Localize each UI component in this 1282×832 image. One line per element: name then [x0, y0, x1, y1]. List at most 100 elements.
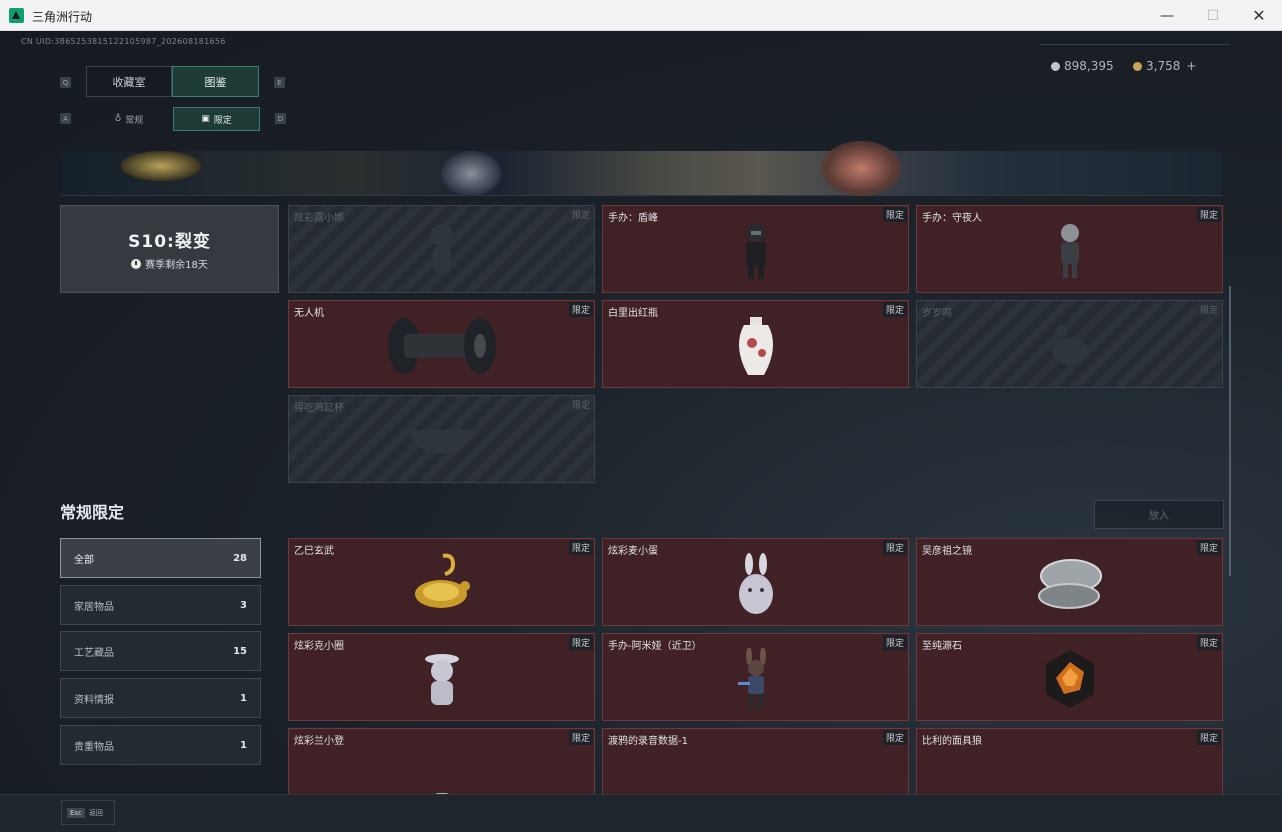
category-count: 15 — [233, 645, 247, 657]
limited-tag: 限定 — [882, 207, 907, 222]
item-name: 手办：盾峰 — [608, 213, 658, 224]
cup-silhouette-icon — [407, 426, 477, 456]
category-count: 1 — [240, 739, 247, 751]
item-name: 炫彩克小圈 — [294, 641, 344, 652]
content-scrollbar[interactable] — [1229, 286, 1231, 576]
subtab-limited-label: 限定 — [213, 115, 232, 126]
close-button[interactable]: ✕ — [1236, 0, 1282, 31]
key-hint-d: D — [275, 113, 286, 124]
regular-item-card[interactable]: 炫彩克小圈 限定 — [288, 633, 595, 721]
category-label: 资料情报 — [74, 694, 114, 706]
item-name: 无人机 — [294, 308, 324, 319]
back-button[interactable]: Esc 返回 — [61, 800, 115, 825]
window-titlebar: 三角洲行动 — ☐ ✕ — [0, 0, 1282, 31]
top-divider — [1040, 44, 1230, 45]
category-count: 3 — [240, 599, 247, 611]
banner-gold-ornament — [121, 151, 201, 181]
key-hint-q: Q — [60, 77, 71, 88]
limited-tag: 限定 — [1196, 730, 1221, 745]
limited-tag: 限定 — [1196, 207, 1221, 222]
category-count: 1 — [240, 692, 247, 704]
key-hint-e: E — [274, 77, 285, 88]
season-panel: S10:裂变 赛季剩余18天 — [60, 205, 279, 293]
regular-item-card[interactable]: 至纯源石 限定 — [916, 633, 1223, 721]
limited-tag: 限定 — [568, 397, 593, 412]
regular-item-card[interactable]: 炫彩麦小蛋 限定 — [602, 538, 909, 626]
category-crafts[interactable]: 工艺藏品 15 — [60, 631, 261, 671]
silver-amount: 898,395 — [1064, 59, 1114, 73]
category-label: 全部 — [74, 554, 94, 566]
regular-item-card[interactable]: 乙巳玄武 限定 — [288, 538, 595, 626]
category-all[interactable]: 全部 28 — [60, 538, 261, 578]
silver-currency: 898,395 — [1051, 59, 1114, 73]
add-gold-button[interactable]: + — [1186, 59, 1196, 73]
limited-tag: 限定 — [882, 635, 907, 650]
player-uid: CN UID:3865253815122105987_202608181656 — [21, 37, 226, 46]
tab-collection-room[interactable]: 收藏室 — [86, 66, 172, 97]
hat-figure-icon — [422, 649, 462, 709]
item-name: 吴彦祖之镜 — [922, 546, 972, 557]
limited-tag: 限定 — [1196, 635, 1221, 650]
season-remaining-text: 赛季剩余18天 — [145, 260, 208, 271]
season-remaining: 赛季剩余18天 — [131, 256, 208, 271]
item-name: 白里出红瓶 — [608, 308, 658, 319]
porcelain-vase-icon — [734, 315, 778, 377]
item-name: 至纯源石 — [922, 641, 962, 652]
esc-key-hint: Esc — [67, 807, 85, 818]
figure-silhouette-icon — [425, 221, 459, 281]
season-item-card[interactable]: 手办：盾峰 限定 — [602, 205, 909, 293]
golden-turtle-icon — [409, 552, 475, 616]
item-name: 比利的面具狼 — [922, 736, 982, 747]
item-name: 手办-阿米娅（近卫） — [608, 641, 702, 652]
season-item-card[interactable]: 得吃鸡缸杯 限定 — [288, 395, 595, 483]
category-valuables[interactable]: 贵重物品 1 — [60, 725, 261, 765]
season-item-card[interactable]: 手办：守夜人 限定 — [916, 205, 1223, 293]
category-label: 贵重物品 — [74, 741, 114, 753]
nightwatch-figure-icon — [1054, 221, 1086, 281]
key-hint-a: A — [60, 113, 71, 124]
bunny-egg-icon — [736, 552, 776, 616]
clock-icon — [131, 258, 142, 269]
regular-item-card[interactable]: 吴彦祖之镜 限定 — [916, 538, 1223, 626]
item-name: 手办：守夜人 — [922, 213, 982, 224]
limited-icon: ▣ — [201, 114, 210, 124]
regular-item-card[interactable]: 手办-阿米娅（近卫） 限定 — [602, 633, 909, 721]
back-label: 返回 — [88, 808, 103, 817]
silver-coin-icon — [1051, 61, 1060, 71]
season-item-card[interactable]: 无人机 限定 — [288, 300, 595, 388]
item-name: 渡鸦的录音数据-1 — [608, 736, 688, 747]
category-home-goods[interactable]: 家居物品 3 — [60, 585, 261, 625]
maximize-button[interactable]: ☐ — [1190, 0, 1236, 31]
originium-crystal-icon — [1042, 648, 1098, 710]
season-item-card[interactable]: 岁岁鸣 限定 — [916, 300, 1223, 388]
gold-currency[interactable]: 3,758 + — [1133, 59, 1196, 73]
limited-tag: 限定 — [882, 730, 907, 745]
limited-tag: 限定 — [568, 302, 593, 317]
limited-tag: 限定 — [568, 635, 593, 650]
banner-boots — [441, 151, 501, 196]
limited-tag: 限定 — [568, 540, 593, 555]
minimize-button[interactable]: — — [1144, 0, 1190, 31]
bottom-bar: Esc 返回 — [0, 794, 1282, 832]
app-logo-icon — [9, 8, 24, 23]
limited-tag: 限定 — [568, 730, 593, 745]
limited-tag: 限定 — [1196, 302, 1221, 317]
season-banner-image — [61, 141, 1222, 196]
tab-catalog[interactable]: 图鉴 — [172, 66, 259, 97]
armored-figure-icon — [738, 221, 774, 281]
limited-tag: 限定 — [882, 540, 907, 555]
season-item-card[interactable]: 白里出红瓶 限定 — [602, 300, 909, 388]
place-button[interactable]: 放入 — [1094, 500, 1224, 529]
limited-tag: 限定 — [882, 302, 907, 317]
subtab-regular[interactable]: ♁ 常规 — [86, 107, 172, 131]
category-label: 家居物品 — [74, 601, 114, 613]
season-item-card[interactable]: 炫彩露小娜 限定 — [288, 205, 595, 293]
subtab-limited[interactable]: ▣ 限定 — [173, 107, 260, 131]
bird-silhouette-icon — [1048, 321, 1092, 371]
item-name: 乙巳玄武 — [294, 546, 334, 557]
item-name: 得吃鸡缸杯 — [294, 403, 344, 414]
category-intel[interactable]: 资料情报 1 — [60, 678, 261, 718]
window-title: 三角洲行动 — [32, 10, 93, 24]
limited-tag: 限定 — [1196, 540, 1221, 555]
category-count: 28 — [233, 552, 247, 564]
